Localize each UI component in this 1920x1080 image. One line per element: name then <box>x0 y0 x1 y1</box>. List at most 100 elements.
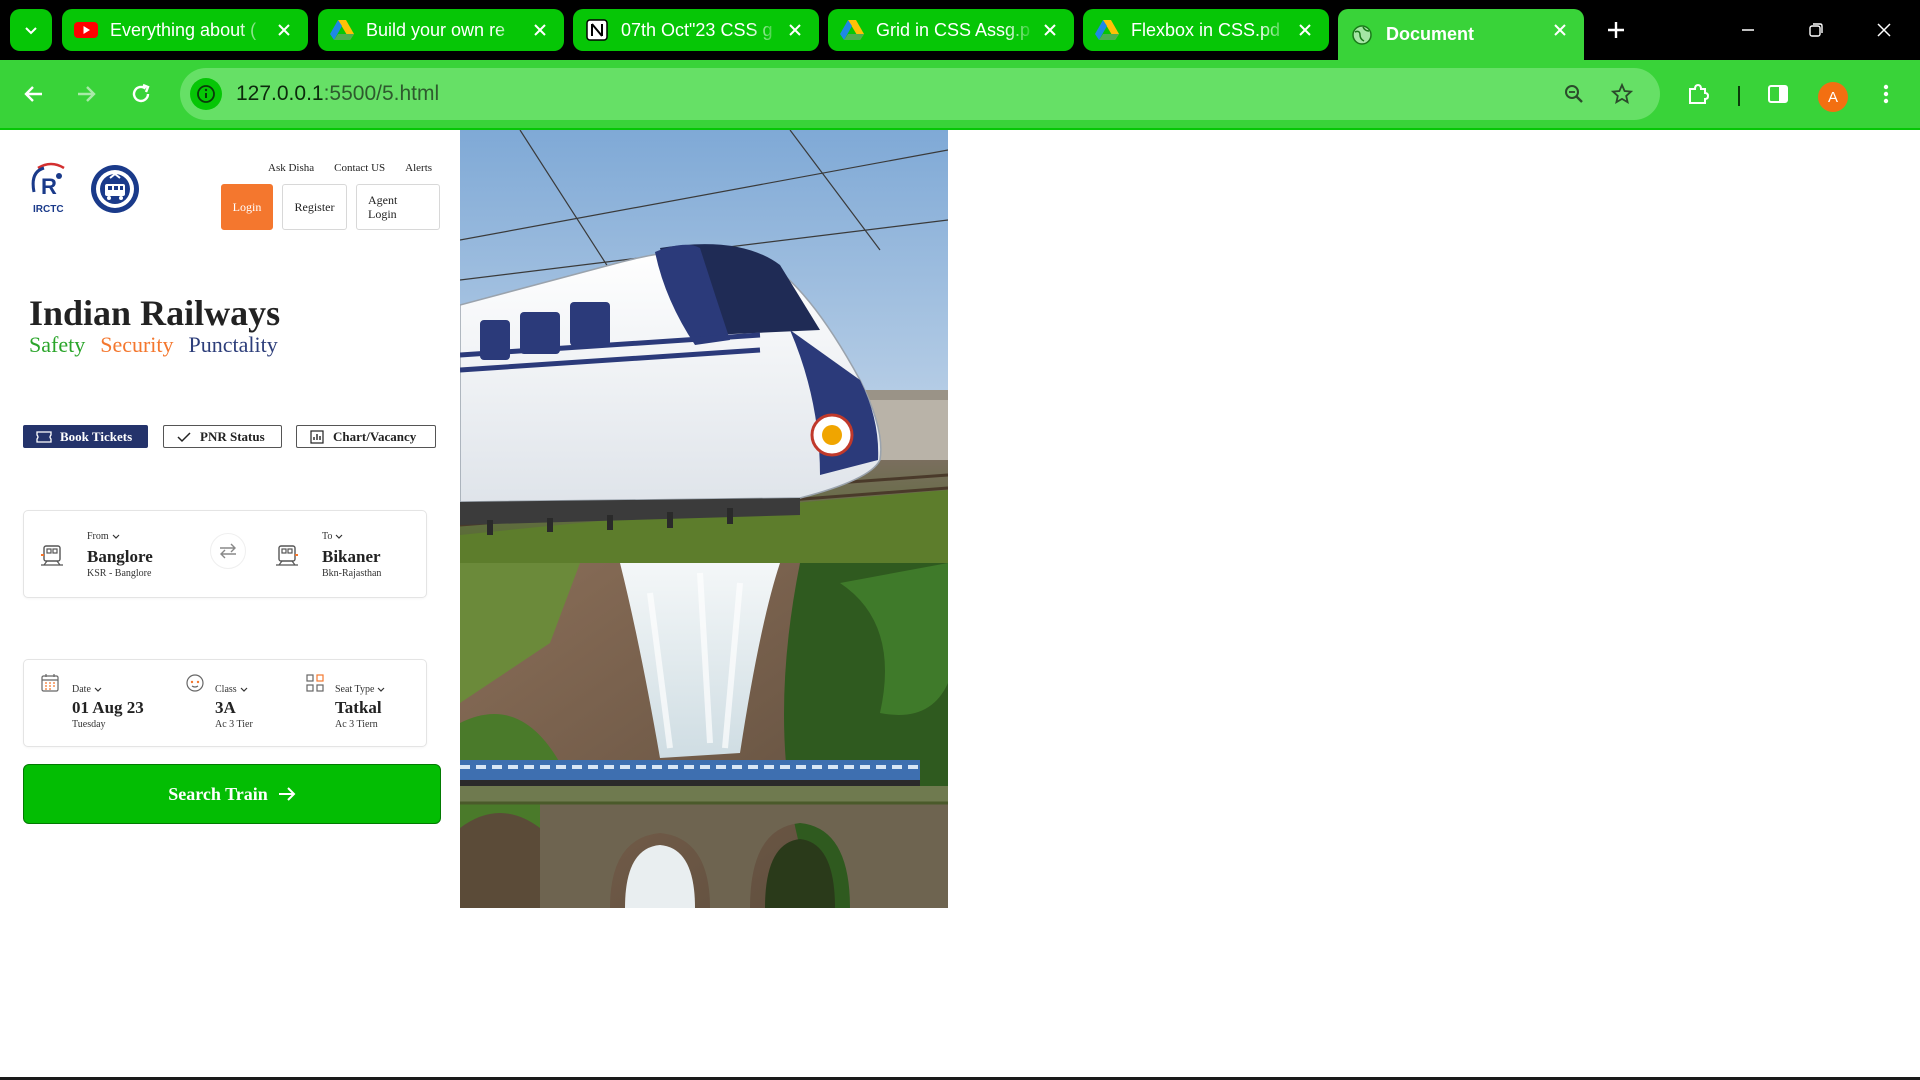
url-text: 127.0.0.1:5500/5.html <box>236 82 439 106</box>
seat-type-desc: Ac 3 Tiern <box>335 719 378 730</box>
from-label[interactable]: From <box>87 531 120 542</box>
browser-tab[interactable]: Grid in CSS Assg.p <box>828 9 1074 51</box>
restore-button[interactable] <box>1798 12 1834 48</box>
tab-title: Grid in CSS Assg.p <box>876 19 1031 40</box>
extensions-button[interactable] <box>1680 76 1716 112</box>
travel-class-desc: Ac 3 Tier <box>215 719 253 730</box>
bar-chart-icon <box>309 429 325 444</box>
swap-stations-button[interactable] <box>210 533 246 569</box>
alerts-link[interactable]: Alerts <box>405 162 432 174</box>
browser-tab[interactable]: 07th Oct"23 CSS g <box>573 9 819 51</box>
pnr-status-label: PNR Status <box>200 428 265 444</box>
to-label-text: To <box>322 531 333 542</box>
side-panel-icon <box>1768 85 1788 103</box>
google-drive-icon <box>1095 18 1119 42</box>
close-icon[interactable] <box>783 18 807 42</box>
arrow-right-icon <box>78 86 96 102</box>
chevron-down-icon <box>335 534 343 539</box>
indian-railways-emblem-icon[interactable] <box>90 164 140 214</box>
zoom-button[interactable] <box>1556 76 1592 112</box>
browser-toolbar: 127.0.0.1:5500/5.html A <box>0 60 1920 128</box>
browser-tab-active[interactable]: Document <box>1338 9 1584 60</box>
site-info-icon[interactable] <box>190 78 222 110</box>
url-host: 127.0.0.1 <box>236 82 324 105</box>
chart-vacancy-tab[interactable]: Chart/Vacancy <box>296 425 436 448</box>
contact-us-link[interactable]: Contact US <box>334 162 385 174</box>
close-icon[interactable] <box>1293 18 1317 42</box>
class-label[interactable]: Class <box>215 684 248 695</box>
browser-tab[interactable]: Flexbox in CSS.pd <box>1083 9 1329 51</box>
book-tickets-tab[interactable]: Book Tickets <box>23 425 148 448</box>
tab-title: Build your own re <box>366 19 506 40</box>
globe-icon <box>1350 23 1374 47</box>
close-icon[interactable] <box>1038 18 1062 42</box>
tagline-punctuality: Punctality <box>188 332 278 357</box>
menu-button[interactable] <box>1868 76 1904 112</box>
seat-type-label-text: Seat Type <box>335 684 375 695</box>
check-icon <box>176 430 192 444</box>
reload-icon <box>132 83 150 103</box>
ask-disha-link[interactable]: Ask Disha <box>268 162 314 174</box>
minimize-button[interactable] <box>1730 12 1766 48</box>
chevron-down-icon <box>25 27 37 35</box>
login-button[interactable]: Login <box>221 184 273 230</box>
back-button[interactable] <box>16 76 52 112</box>
google-drive-icon <box>330 18 354 42</box>
station-icon <box>41 545 63 566</box>
date-label[interactable]: Date <box>72 684 102 695</box>
search-train-label: Search Train <box>168 783 268 804</box>
new-tab-button[interactable] <box>1600 14 1632 46</box>
close-icon[interactable] <box>1548 18 1572 42</box>
google-drive-icon <box>840 18 864 42</box>
close-window-button[interactable] <box>1866 12 1902 48</box>
browser-tab[interactable]: Everything about ( <box>62 9 308 51</box>
irctc-logo[interactable]: R IRCTC <box>30 162 72 214</box>
zoom-icon <box>1565 85 1583 103</box>
to-station-code: Bkn-Rajasthan <box>322 568 382 579</box>
bookmark-button[interactable] <box>1604 76 1640 112</box>
tagline: Safety Security Punctality <box>29 332 293 358</box>
address-bar[interactable]: 127.0.0.1:5500/5.html <box>180 68 1660 120</box>
journey-day: Tuesday <box>72 719 106 730</box>
agent-login-line1: Agent <box>368 193 398 207</box>
agent-login-line2: Login <box>368 207 397 221</box>
tab-search-button[interactable] <box>10 9 52 51</box>
from-station-code: KSR - Banglore <box>87 568 152 579</box>
youtube-icon <box>74 18 98 42</box>
tab-title: Flexbox in CSS.pd <box>1131 19 1281 40</box>
to-station[interactable]: Bikaner <box>322 547 381 567</box>
tagline-security: Security <box>100 332 174 357</box>
url-path: :5500/5.html <box>323 82 440 105</box>
side-panel-button[interactable] <box>1760 76 1796 112</box>
arrow-right-icon <box>278 787 296 801</box>
chart-vacancy-label: Chart/Vacancy <box>333 428 417 444</box>
agent-login-label: Agent Login <box>368 193 397 221</box>
pnr-status-tab[interactable]: PNR Status <box>163 425 282 448</box>
search-train-button[interactable]: Search Train <box>23 764 441 824</box>
seat-type-grid-icon <box>306 674 324 692</box>
forward-button[interactable] <box>68 76 104 112</box>
agent-login-button[interactable]: Agent Login <box>356 184 440 230</box>
travel-class[interactable]: 3A <box>215 698 236 718</box>
header-links: Ask Disha Contact US Alerts <box>268 162 432 174</box>
journey-details-card: Date 01 Aug 23 Tuesday Class 3A Ac 3 Tie… <box>23 659 427 747</box>
close-icon[interactable] <box>272 18 296 42</box>
svg-text:R: R <box>41 174 57 199</box>
seat-type[interactable]: Tatkal <box>335 698 382 718</box>
seat-type-label[interactable]: Seat Type <box>335 684 385 695</box>
from-station[interactable]: Banglore <box>87 547 153 567</box>
close-icon[interactable] <box>528 18 552 42</box>
profile-avatar[interactable]: A <box>1818 82 1848 112</box>
chevron-down-icon <box>94 687 102 692</box>
chevron-down-icon <box>377 687 385 692</box>
chevron-down-icon <box>240 687 248 692</box>
browser-tab-strip: Everything about ( Build your own re 07t… <box>0 0 1920 60</box>
reload-button[interactable] <box>123 76 159 112</box>
browser-tab[interactable]: Build your own re <box>318 9 564 51</box>
date-label-text: Date <box>72 684 91 695</box>
restore-icon <box>1809 23 1823 37</box>
tab-title: 07th Oct"23 CSS g <box>621 19 773 40</box>
journey-date[interactable]: 01 Aug 23 <box>72 698 144 718</box>
register-button[interactable]: Register <box>282 184 347 230</box>
to-label[interactable]: To <box>322 531 343 542</box>
